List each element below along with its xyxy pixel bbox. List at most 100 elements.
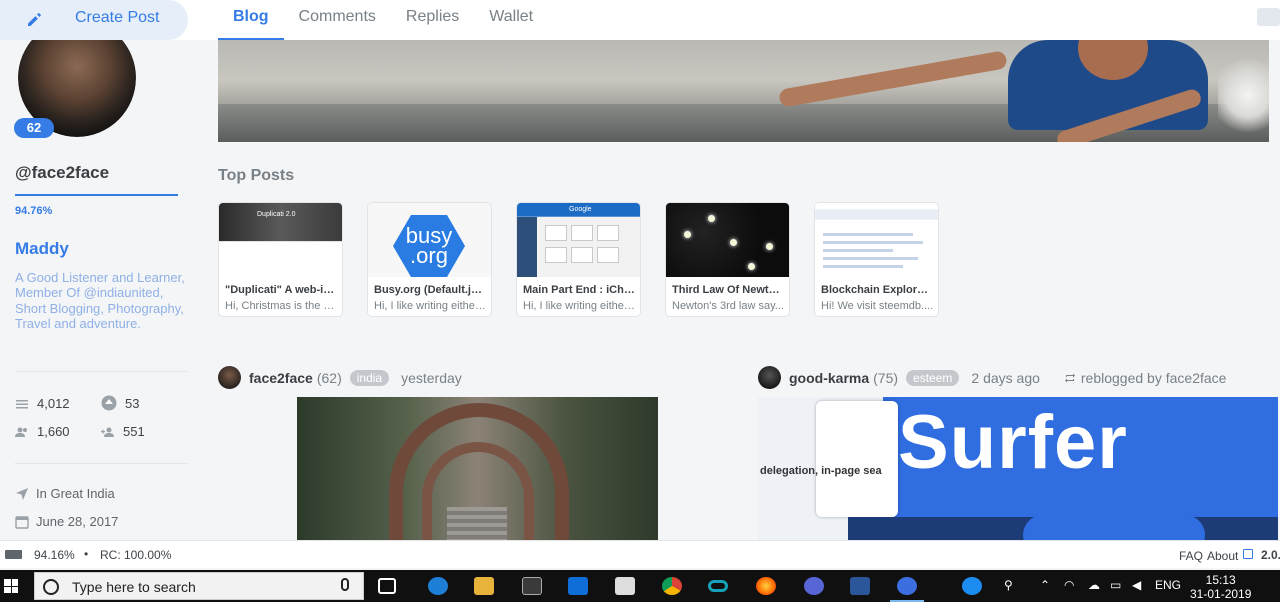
- footer-voting-power: 94.16%: [34, 548, 75, 562]
- tab-blog[interactable]: Blog: [218, 0, 284, 40]
- chevron-up-icon[interactable]: ⌃: [1040, 578, 1050, 592]
- post-tag[interactable]: esteem: [906, 369, 960, 386]
- upvote-icon: [101, 395, 117, 411]
- store-icon[interactable]: [522, 577, 542, 595]
- author-reputation: (62): [316, 369, 342, 386]
- author-name[interactable]: good-karma: [789, 370, 869, 386]
- divider: [15, 371, 187, 372]
- dropbox-icon[interactable]: [568, 577, 588, 595]
- divider: [15, 463, 187, 464]
- post-thumbnail: busy .org: [368, 203, 491, 277]
- author-reputation: (75): [873, 369, 899, 386]
- top-post-snippet: Hi, Christmas is the pr...: [225, 300, 338, 312]
- separator: •: [84, 547, 89, 561]
- post-image[interactable]: delegation, in-page sea Surfer: [758, 397, 1278, 540]
- top-post-card[interactable]: Google Main Part End : iChro... Hi, I li…: [516, 202, 641, 317]
- discord-icon[interactable]: [804, 577, 824, 595]
- task-view-icon[interactable]: [378, 578, 396, 594]
- cloud-icon[interactable]: ☁: [1088, 578, 1100, 592]
- chrome-icon[interactable]: [662, 577, 682, 595]
- reblog-info: reblogged by face2face: [1064, 369, 1227, 386]
- top-post-snippet: Hi, I like writing either ...: [374, 300, 487, 312]
- stat-following-value: 551: [123, 424, 145, 439]
- people-icon[interactable]: ⚲: [1004, 578, 1013, 592]
- view-toggle-icon[interactable]: [1257, 8, 1280, 26]
- help-icon[interactable]: [962, 577, 982, 595]
- author-avatar[interactable]: [218, 366, 241, 389]
- volume-icon[interactable]: ◀: [1132, 578, 1141, 592]
- footer-rc: RC: 100.00%: [100, 548, 172, 562]
- windows-taskbar: Type here to search ⚲ ⌃ ◠ ☁ ▭ ◀ ENG 15:1…: [0, 570, 1280, 602]
- word-icon[interactable]: [850, 577, 870, 595]
- stat-followers[interactable]: 1,660: [15, 424, 70, 439]
- stat-followers-value: 1,660: [37, 424, 70, 439]
- file-explorer-icon[interactable]: [474, 577, 494, 595]
- post-thumbnail: Duplicati 2.0: [219, 203, 342, 277]
- post-tag[interactable]: india: [349, 369, 390, 386]
- top-posts-list: Duplicati 2.0 "Duplicati" A web-inte... …: [218, 202, 939, 317]
- profile-sidebar: 62 @face2face 94.76% Maddy A Good Listen…: [0, 40, 200, 540]
- esteem-app-icon[interactable]: [897, 577, 917, 595]
- stat-posts[interactable]: 4,012: [15, 396, 70, 411]
- voting-power-value: 94.76%: [15, 205, 53, 217]
- voting-power-bar: [15, 194, 178, 196]
- busy-logo: busy .org: [393, 215, 465, 277]
- tab-replies[interactable]: Replies: [391, 0, 474, 40]
- top-post-title: Busy.org (Default.jso...: [374, 284, 487, 296]
- arduino-icon[interactable]: [708, 580, 728, 592]
- tab-wallet[interactable]: Wallet: [474, 0, 548, 40]
- feed-entry-header: face2face (62) india yesterday: [218, 366, 462, 389]
- profile-name: Maddy: [15, 239, 69, 258]
- post-image[interactable]: [297, 397, 658, 540]
- top-post-snippet: Hi, I like writing either ...: [523, 300, 636, 312]
- post-time[interactable]: yesterday: [401, 370, 462, 386]
- top-post-card[interactable]: Duplicati 2.0 "Duplicati" A web-inte... …: [218, 202, 343, 317]
- top-post-title: Main Part End : iChro...: [523, 284, 636, 296]
- mail-icon[interactable]: [615, 577, 635, 595]
- profile-tabs: Blog Comments Replies Wallet: [218, 0, 548, 40]
- wifi-icon[interactable]: ◠: [1064, 578, 1074, 592]
- joined-date: June 28, 2017: [36, 514, 119, 529]
- reblog-icon: [1064, 373, 1075, 382]
- top-post-card[interactable]: busy .org Busy.org (Default.jso... Hi, I…: [367, 202, 492, 317]
- top-post-title: Third Law Of Newton ...: [672, 284, 785, 296]
- language-indicator[interactable]: ENG: [1155, 578, 1181, 592]
- post-time[interactable]: 2 days ago: [971, 370, 1040, 386]
- image-caption: delegation, in-page sea: [760, 465, 882, 477]
- taskbar-clock[interactable]: 15:13 31-01-2019: [1190, 573, 1251, 601]
- stat-votes-value: 53: [125, 395, 140, 411]
- image-title: Surfer: [898, 400, 1128, 485]
- stat-votes[interactable]: 53: [101, 395, 139, 411]
- author-name[interactable]: face2face: [249, 370, 313, 386]
- list-icon: [16, 399, 28, 408]
- profile-about: A Good Listener and Learner, Member Of @…: [15, 270, 185, 332]
- microphone-icon[interactable]: [341, 578, 349, 591]
- status-bar: 94.16% • RC: 100.00% FAQ About 2.0.: [0, 540, 1280, 568]
- following-icon: [101, 427, 114, 437]
- faq-link[interactable]: FAQ: [1179, 549, 1203, 563]
- firefox-icon[interactable]: [756, 577, 776, 595]
- battery-icon[interactable]: ▭: [1110, 578, 1121, 592]
- tab-comments[interactable]: Comments: [284, 0, 391, 40]
- create-post-button[interactable]: Create Post: [0, 0, 188, 40]
- top-post-card[interactable]: Blockchain Explorer (... Hi! We visit st…: [814, 202, 939, 317]
- taskbar-search-placeholder: Type here to search: [72, 579, 196, 595]
- followers-icon: [15, 427, 27, 437]
- author-avatar[interactable]: [758, 366, 781, 389]
- windows-start-icon[interactable]: [4, 579, 18, 593]
- top-posts-heading: Top Posts: [218, 167, 295, 184]
- app-version: 2.0.: [1261, 548, 1280, 562]
- top-post-card[interactable]: Third Law Of Newton ... Newton's 3rd law…: [665, 202, 790, 317]
- post-thumbnail: [815, 203, 938, 277]
- clock-date: 31-01-2019: [1190, 587, 1252, 601]
- pencil-icon: [28, 13, 41, 26]
- create-post-label: Create Post: [75, 9, 160, 26]
- post-thumbnail: Google: [517, 203, 640, 277]
- about-link[interactable]: About: [1207, 549, 1238, 563]
- top-post-snippet: Newton's 3rd law say...: [672, 300, 784, 312]
- clock-time: 15:13: [1205, 573, 1236, 587]
- reblog-text: reblogged by face2face: [1080, 369, 1227, 386]
- taskbar-search-input[interactable]: Type here to search: [34, 572, 364, 600]
- stat-following[interactable]: 551: [101, 424, 145, 439]
- edge-icon[interactable]: [428, 577, 448, 595]
